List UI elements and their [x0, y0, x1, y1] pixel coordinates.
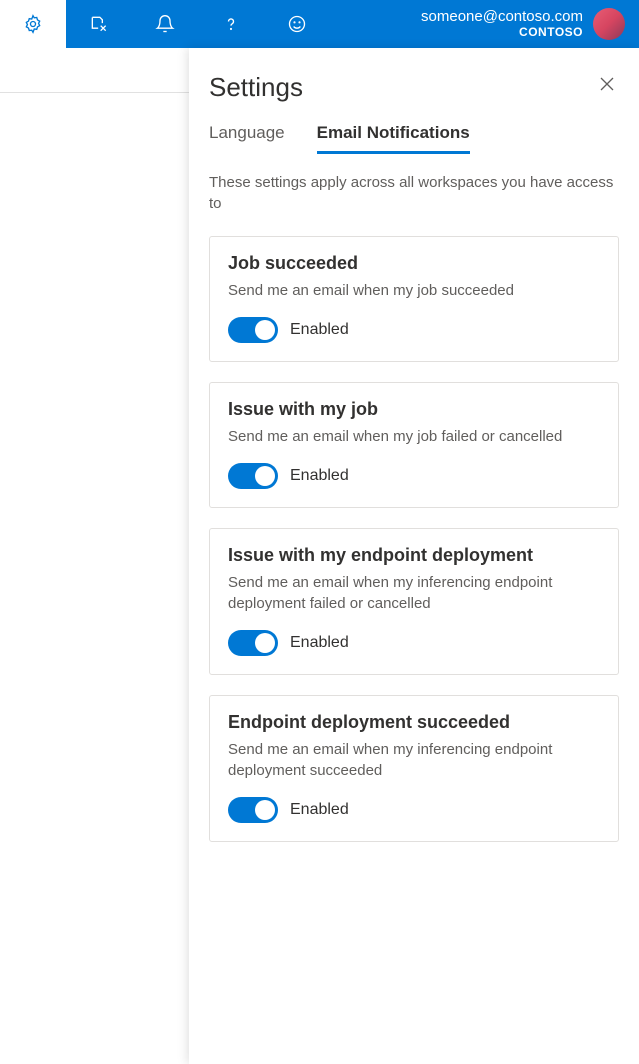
top-bar: someone@contoso.com CONTOSO [0, 0, 639, 48]
toggle-row: Enabled [228, 630, 600, 656]
panel-description: These settings apply across all workspac… [209, 172, 619, 214]
settings-gear-icon[interactable] [0, 0, 66, 48]
toggle-label: Enabled [290, 801, 349, 819]
card-job-succeeded: Job succeeded Send me an email when my j… [209, 236, 619, 362]
avatar[interactable] [593, 8, 625, 40]
toggle-label: Enabled [290, 321, 349, 339]
settings-panel: Settings Language Email Notifications Th… [189, 48, 639, 1064]
directory-icon[interactable] [66, 0, 132, 48]
toggle-issue-with-job[interactable] [228, 463, 278, 489]
toggle-job-succeeded[interactable] [228, 317, 278, 343]
tabs: Language Email Notifications [209, 123, 619, 154]
card-title: Issue with my job [228, 399, 600, 420]
toggle-label: Enabled [290, 634, 349, 652]
user-info[interactable]: someone@contoso.com CONTOSO [421, 9, 583, 39]
toggle-endpoint-deployment-succeeded[interactable] [228, 797, 278, 823]
card-issue-endpoint-deployment: Issue with my endpoint deployment Send m… [209, 528, 619, 675]
panel-header: Settings [209, 72, 619, 103]
close-button[interactable] [595, 72, 619, 101]
toggle-row: Enabled [228, 797, 600, 823]
topbar-right: someone@contoso.com CONTOSO [421, 8, 625, 40]
card-desc: Send me an email when my inferencing end… [228, 572, 600, 614]
help-icon[interactable] [198, 0, 264, 48]
content-divider [0, 92, 190, 93]
feedback-smiley-icon[interactable] [264, 0, 330, 48]
card-title: Issue with my endpoint deployment [228, 545, 600, 566]
card-desc: Send me an email when my inferencing end… [228, 739, 600, 781]
card-desc: Send me an email when my job succeeded [228, 280, 600, 301]
card-title: Job succeeded [228, 253, 600, 274]
toggle-row: Enabled [228, 317, 600, 343]
topbar-left [0, 0, 330, 48]
card-desc: Send me an email when my job failed or c… [228, 426, 600, 447]
tab-language[interactable]: Language [209, 123, 285, 154]
toggle-label: Enabled [290, 467, 349, 485]
card-issue-with-job: Issue with my job Send me an email when … [209, 382, 619, 508]
user-email: someone@contoso.com [421, 9, 583, 26]
notifications-bell-icon[interactable] [132, 0, 198, 48]
toggle-row: Enabled [228, 463, 600, 489]
panel-title: Settings [209, 72, 303, 103]
toggle-issue-endpoint-deployment[interactable] [228, 630, 278, 656]
tab-email-notifications[interactable]: Email Notifications [317, 123, 470, 154]
card-endpoint-deployment-succeeded: Endpoint deployment succeeded Send me an… [209, 695, 619, 842]
card-title: Endpoint deployment succeeded [228, 712, 600, 733]
user-org: CONTOSO [421, 26, 583, 39]
